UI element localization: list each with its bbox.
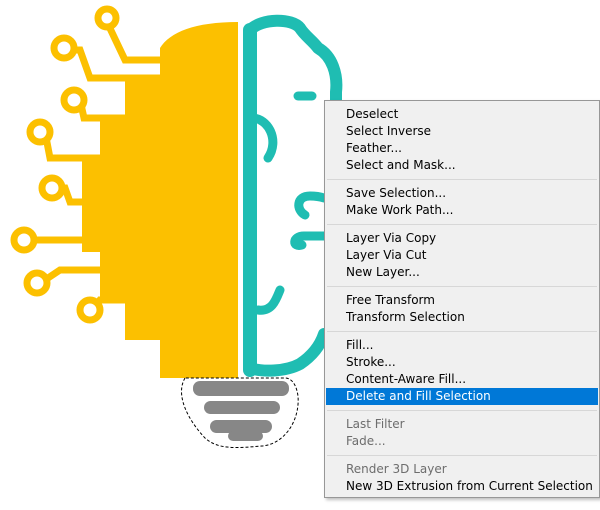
menu-separator [327, 410, 597, 411]
bulb-base-icon [193, 381, 289, 441]
menu-item-select-inverse[interactable]: Select Inverse [326, 123, 598, 140]
menu-item-save-selection[interactable]: Save Selection... [326, 185, 598, 202]
menu-item-free-transform[interactable]: Free Transform [326, 292, 598, 309]
menu-item-make-work-path[interactable]: Make Work Path... [326, 202, 598, 219]
menu-item-new-3d-extrusion-from-current-selection[interactable]: New 3D Extrusion from Current Selection [326, 478, 598, 495]
menu-item-content-aware-fill[interactable]: Content-Aware Fill... [326, 371, 598, 388]
menu-separator [327, 179, 597, 180]
menu-separator [327, 455, 597, 456]
context-menu: Deselect Select Inverse Feather... Select a… [324, 100, 600, 498]
menu-item-feather[interactable]: Feather... [326, 140, 598, 157]
menu-separator [327, 331, 597, 332]
menu-item-stroke[interactable]: Stroke... [326, 354, 598, 371]
menu-item-fill[interactable]: Fill... [326, 337, 598, 354]
menu-item-layer-via-copy[interactable]: Layer Via Copy [326, 230, 598, 247]
menu-item-render-3d-layer: Render 3D Layer [346, 462, 447, 476]
menu-separator [327, 224, 597, 225]
circuit-half-icon [10, 5, 238, 378]
menu-item-layer-via-cut[interactable]: Layer Via Cut [326, 247, 598, 264]
menu-item-select-and-mask[interactable]: Select and Mask... [326, 157, 598, 174]
menu-item-deselect[interactable]: Deselect [326, 106, 598, 123]
menu-item-delete-and-fill-selection[interactable]: Delete and Fill Selection [326, 388, 598, 405]
menu-item-transform-selection[interactable]: Transform Selection [326, 309, 598, 326]
menu-item-fade: Fade... [346, 434, 386, 448]
menu-item-last-filter: Last Filter [346, 417, 405, 431]
menu-item-new-layer[interactable]: New Layer... [326, 264, 598, 281]
menu-separator [327, 286, 597, 287]
